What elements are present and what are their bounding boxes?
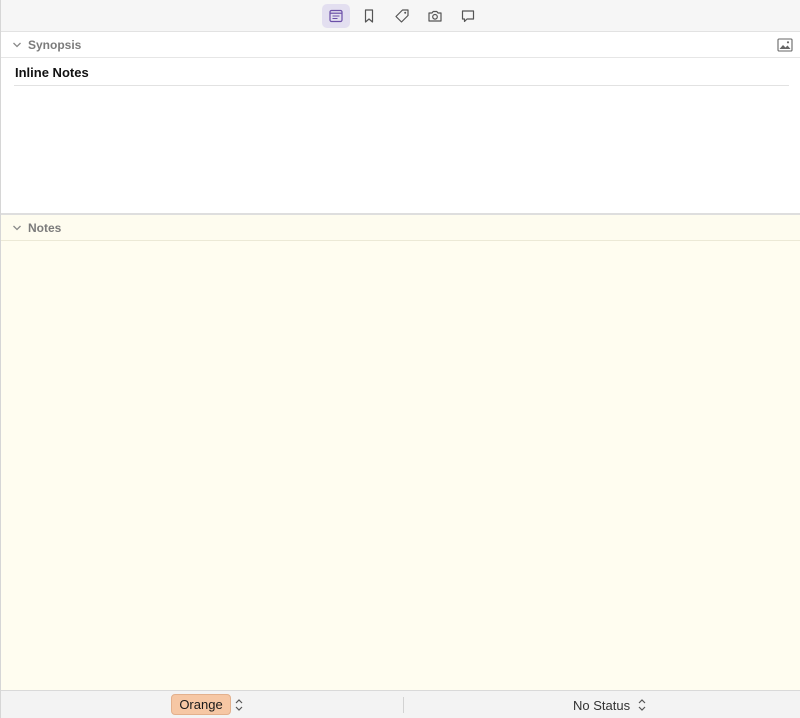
synopsis-editor[interactable]: Inline Notes [1,58,800,214]
synopsis-divider [14,85,789,86]
label-select[interactable]: Orange [171,694,231,715]
status-stepper-icon[interactable] [638,698,646,712]
notes-title-label: Notes [28,221,62,235]
bookmarks-tab-button[interactable] [355,4,383,28]
bookmark-icon [364,9,374,23]
synopsis-title-label: Synopsis [28,38,82,52]
synopsis-document-title[interactable]: Inline Notes [15,65,89,80]
tag-icon [395,9,409,23]
inspector-panel: Synopsis Inline Notes Notes Orange No St… [0,0,800,718]
label-value: Orange [179,697,223,712]
synopsis-section-header[interactable]: Synopsis [1,32,800,58]
inspector-footer: Orange No Status [1,690,800,718]
footer-divider [403,697,404,713]
notes-tab-button[interactable] [322,4,350,28]
comments-tab-button[interactable] [454,4,482,28]
notes-editor[interactable] [1,241,800,690]
status-select[interactable]: No Status [573,698,630,713]
inspector-toolbar [1,0,800,32]
chevron-down-icon[interactable] [12,40,22,50]
snapshots-tab-button[interactable] [421,4,449,28]
image-icon[interactable] [777,38,793,52]
label-stepper-icon[interactable] [235,698,243,712]
notes-icon [329,9,343,23]
chevron-down-icon[interactable] [12,223,22,233]
notes-section-header[interactable]: Notes [1,215,800,241]
metadata-tab-button[interactable] [388,4,416,28]
comment-icon [461,10,475,23]
camera-icon [428,10,442,22]
